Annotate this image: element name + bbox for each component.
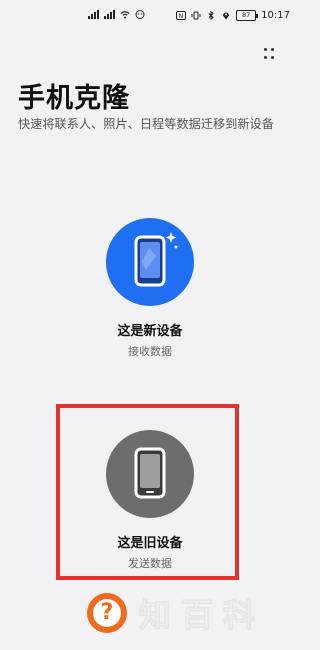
signal-2-icon — [104, 10, 115, 19]
vibrate-icon — [191, 11, 201, 20]
watermark: ? 知百科 — [87, 590, 265, 636]
watermark-text: 知百科 — [138, 596, 266, 635]
bluetooth-icon — [208, 11, 214, 20]
new-device-title: 这是新设备 — [117, 324, 183, 339]
page-title: 手机克隆 — [18, 83, 130, 114]
location-icon — [223, 12, 230, 20]
phone-icon — [134, 232, 178, 287]
watermark-badge-icon: ? — [87, 593, 127, 633]
nfc-icon: N — [176, 11, 187, 20]
status-time: 10:17 — [261, 10, 290, 21]
new-device-subtitle: 接收数据 — [128, 345, 172, 358]
new-device-circle[interactable] — [106, 218, 194, 306]
highlight-box — [56, 404, 239, 580]
status-right: N 87 10:17 — [176, 10, 290, 21]
signal-1-icon — [88, 10, 99, 19]
page-subtitle: 快速将联系人、照片、日程等数据迁移到新设备 — [18, 117, 274, 131]
more-vert-icon[interactable] — [263, 44, 277, 64]
new-device-option[interactable]: 这是新设备 接收数据 — [60, 218, 240, 359]
svg-text:N: N — [179, 13, 184, 20]
wifi-icon — [120, 11, 130, 19]
battery-indicator: 87 — [236, 10, 259, 21]
status-left — [88, 10, 145, 19]
wechat-icon — [135, 10, 145, 19]
watermark-badge-text: ? — [93, 599, 121, 627]
status-bar: N 87 10:17 — [0, 0, 300, 32]
